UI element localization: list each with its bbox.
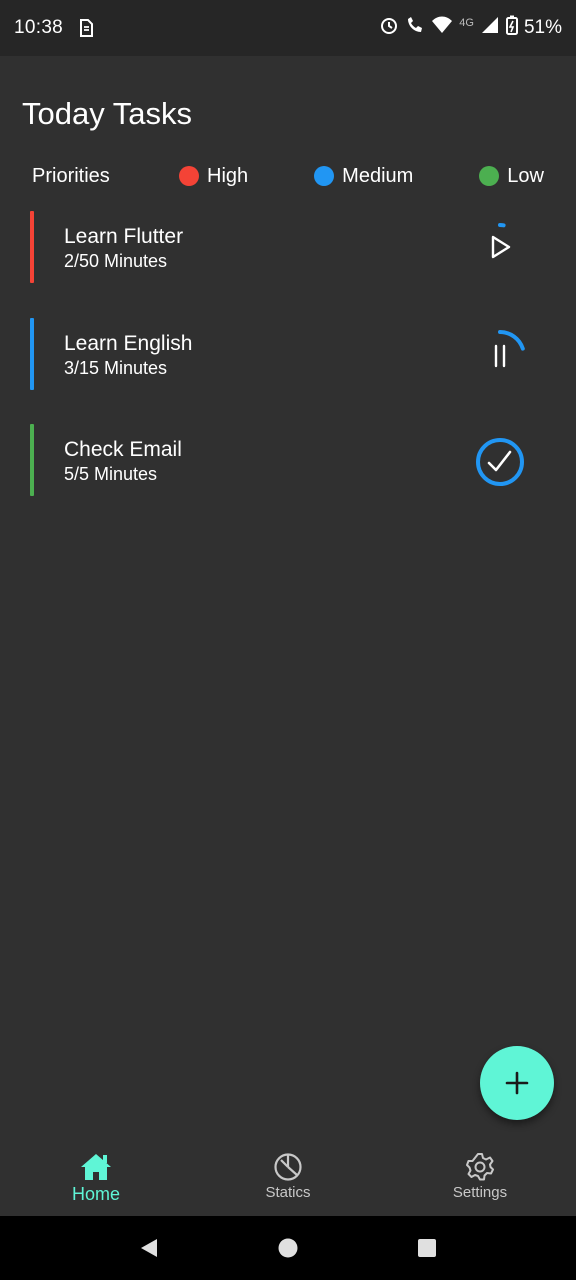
battery-icon [505, 15, 518, 41]
signal-icon [480, 15, 500, 41]
home-circle-icon[interactable] [276, 1236, 300, 1260]
legend-low-label: Low [507, 164, 544, 187]
completed-button[interactable] [474, 436, 526, 488]
task-item-check-email[interactable]: Check Email 5/5 Minutes [30, 424, 530, 496]
nav-settings[interactable]: Settings [384, 1138, 576, 1216]
task-minutes: 5/5 Minutes [64, 464, 158, 484]
task-minutes: 2/50 Minutes [64, 251, 168, 271]
high-dot-icon [179, 166, 200, 186]
priority-bar [30, 211, 34, 283]
nav-home[interactable]: Home [0, 1138, 192, 1216]
check-circle-icon [476, 438, 524, 486]
task-name: Check Email [64, 438, 182, 461]
priorities-legend: Priorities High Medium Low [32, 160, 544, 192]
task-name: Learn English [64, 332, 193, 355]
play-icon [491, 223, 511, 259]
legend-high-label: High [207, 164, 249, 187]
pause-icon [494, 330, 525, 368]
medium-dot-icon [314, 166, 335, 186]
priority-bar [30, 318, 34, 390]
status-bar: 10:38 4G 51% [0, 0, 576, 56]
nav-settings-label: Settings [452, 1184, 508, 1201]
legend-medium-label: Medium [342, 164, 414, 187]
app-screen: 10:38 4G 51% Today Tasks Priorities High… [0, 0, 576, 1280]
pie-chart-icon [274, 1153, 302, 1181]
gear-icon [466, 1153, 494, 1181]
battery-percent: 51% [523, 17, 562, 38]
status-time: 10:38 [14, 17, 64, 38]
recents-icon[interactable] [415, 1236, 439, 1260]
legend-high: High [179, 165, 248, 188]
task-minutes: 3/15 Minutes [64, 358, 168, 378]
task-item-learn-english[interactable]: Learn English 3/15 Minutes [30, 318, 530, 390]
wifi-icon [431, 15, 453, 41]
pause-button[interactable] [474, 330, 526, 382]
priorities-label: Priorities [32, 164, 110, 187]
plus-icon [505, 1071, 529, 1095]
back-icon[interactable] [137, 1236, 161, 1260]
home-icon [81, 1154, 111, 1180]
low-dot-icon [479, 166, 500, 186]
sim-icon [77, 18, 95, 38]
bottom-navigation: Home Statics Settings [0, 1138, 576, 1216]
wifi-call-icon [405, 15, 425, 41]
add-task-button[interactable] [480, 1046, 554, 1120]
play-button[interactable] [474, 223, 526, 275]
legend-low: Low [479, 165, 544, 188]
task-name: Learn Flutter [64, 225, 184, 248]
page-title: Today Tasks [22, 96, 193, 131]
nav-statics[interactable]: Statics [192, 1138, 384, 1216]
alarm-icon [379, 15, 399, 41]
status-icons: 4G 51% [379, 15, 562, 41]
network-type: 4G [459, 17, 474, 29]
nav-home-label: Home [71, 1184, 120, 1204]
legend-medium: Medium [314, 165, 413, 188]
task-item-learn-flutter[interactable]: Learn Flutter 2/50 Minutes [30, 211, 530, 283]
nav-statics-label: Statics [265, 1184, 311, 1201]
priority-bar [30, 424, 34, 496]
system-navigation-bar [0, 1216, 576, 1280]
